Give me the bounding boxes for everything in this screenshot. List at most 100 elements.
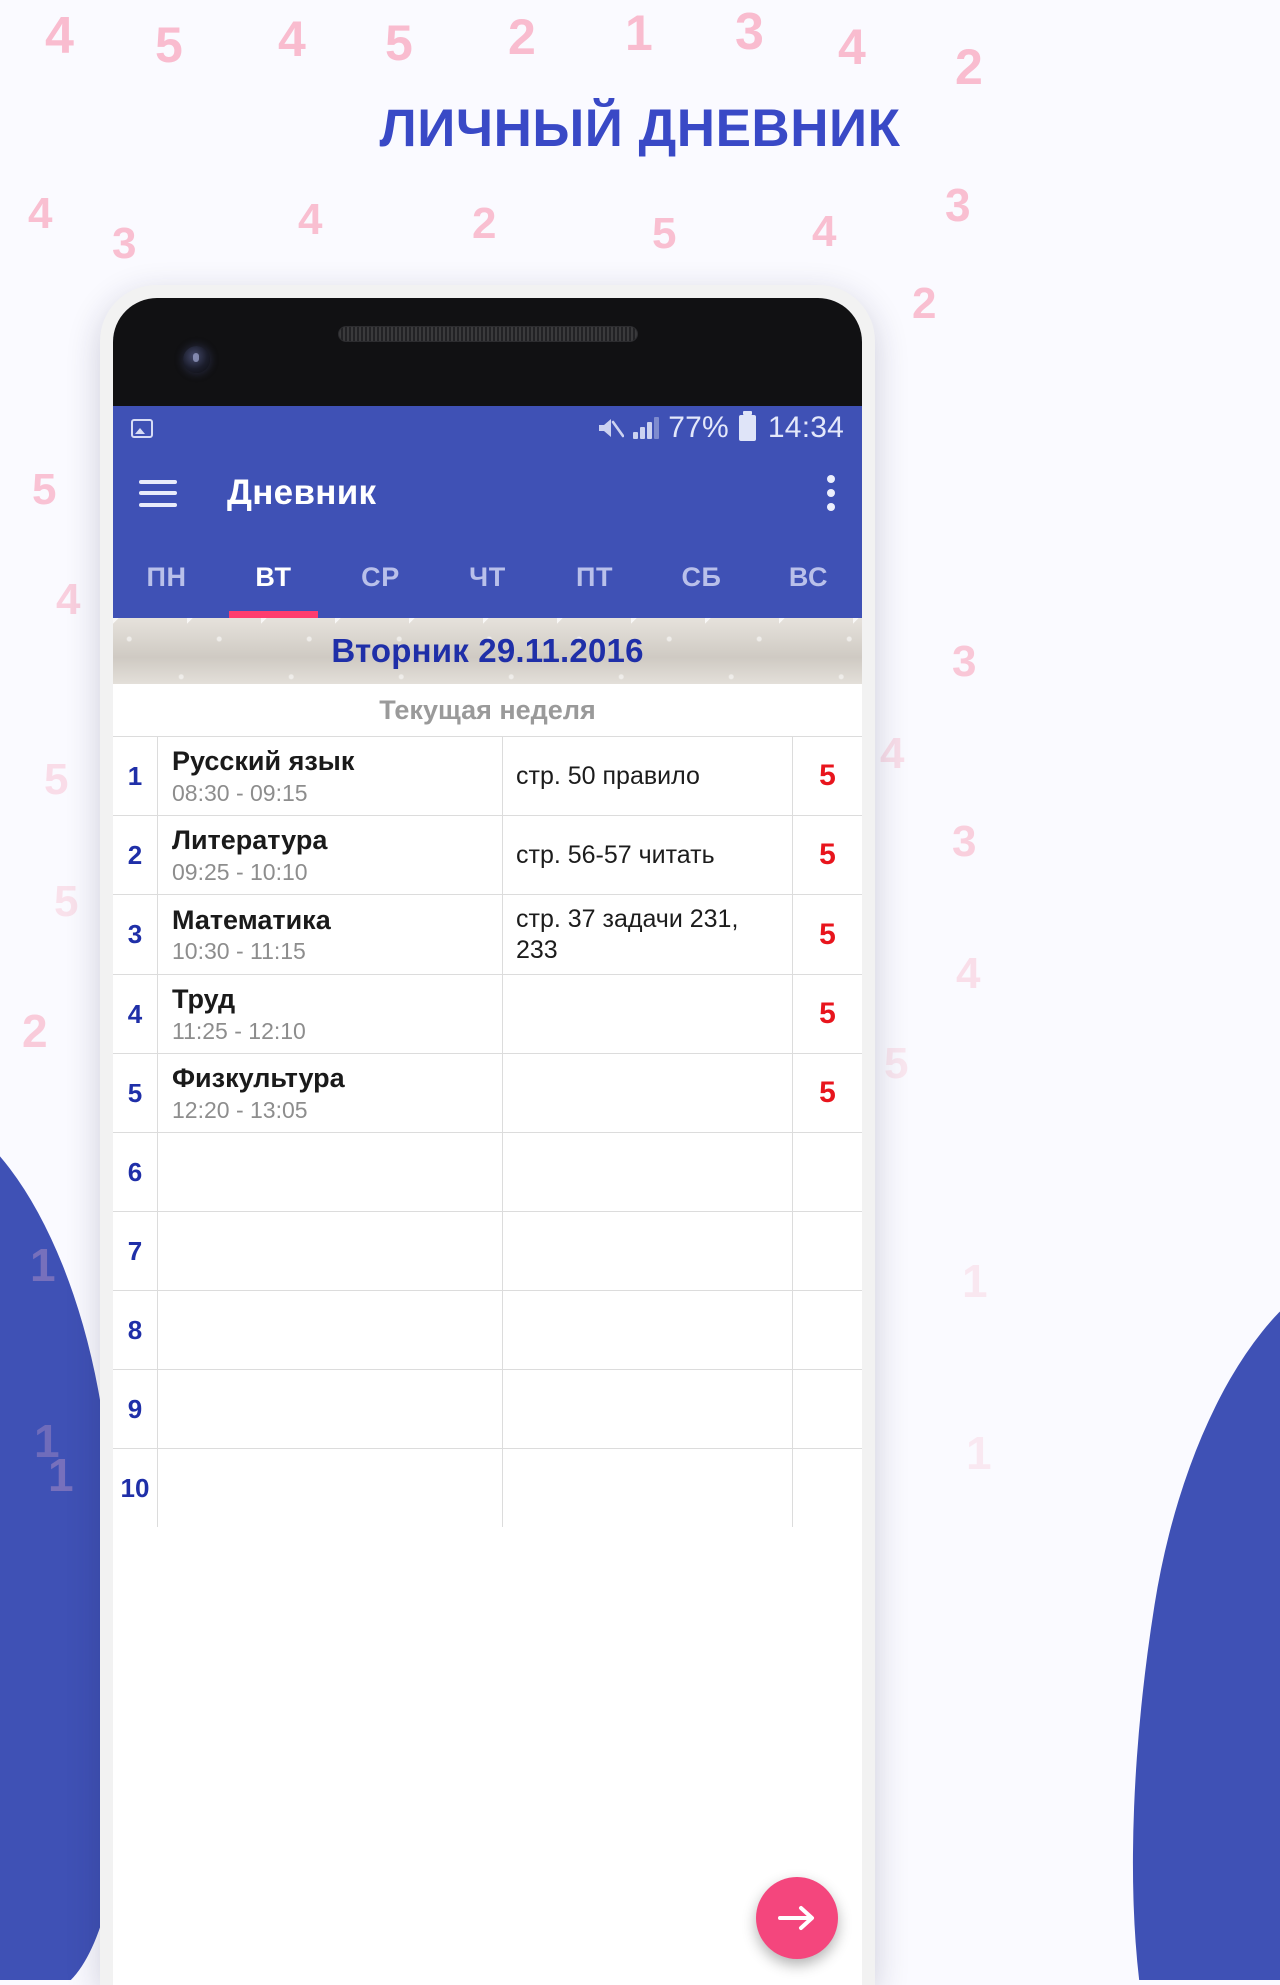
lesson-row[interactable]: 4 Труд 11:25 - 12:10 5 — [113, 974, 862, 1053]
lesson-homework-cell[interactable] — [502, 975, 792, 1053]
overflow-menu-icon[interactable] — [826, 475, 836, 511]
lesson-grade-cell[interactable]: 5 — [792, 1054, 862, 1132]
day-tab-чт[interactable]: ЧТ — [434, 536, 541, 618]
lesson-homework-cell[interactable]: стр. 37 задачи 231, 233 — [502, 895, 792, 974]
lesson-subject-cell[interactable] — [157, 1212, 502, 1290]
lesson-subject-cell[interactable]: Литература 09:25 - 10:10 — [157, 816, 502, 894]
background-grade-number: 4 — [812, 207, 837, 256]
lesson-row[interactable]: 2 Литература 09:25 - 10:10 стр. 56-57 читат… — [113, 815, 862, 894]
lesson-grade-cell[interactable] — [792, 1212, 862, 1290]
lesson-row[interactable]: 7 — [113, 1211, 862, 1290]
background-grade-number: 5 — [44, 755, 69, 804]
background-grade-number: 5 — [652, 209, 677, 258]
lesson-row[interactable]: 8 — [113, 1290, 862, 1369]
battery-icon — [738, 411, 756, 441]
lesson-number: 8 — [127, 1314, 143, 1345]
lesson-number: 1 — [127, 760, 143, 791]
lesson-time: 10:30 - 11:15 — [172, 938, 306, 965]
background-grade-number: 3 — [735, 3, 764, 61]
background-grade-number: 1 — [30, 1239, 56, 1291]
background-grade-number: 2 — [955, 39, 983, 95]
day-tab-вс[interactable]: ВС — [755, 536, 862, 618]
lesson-grade-cell[interactable] — [792, 1291, 862, 1369]
lesson-homework-cell[interactable] — [502, 1449, 792, 1527]
date-banner: Вторник 29.11.2016 — [113, 618, 862, 684]
background-grade-number: 1 — [962, 1255, 988, 1307]
lesson-grade-cell[interactable] — [792, 1133, 862, 1211]
lesson-table: 1 Русский язык 08:30 - 09:15 стр. 50 правил… — [113, 736, 862, 1527]
lesson-grade-cell[interactable]: 5 — [792, 737, 862, 815]
day-tab-вт[interactable]: ВТ — [220, 536, 327, 618]
lesson-number: 9 — [127, 1393, 143, 1424]
background-grade-number: 4 — [298, 195, 323, 244]
lesson-time: 11:25 - 12:10 — [172, 1017, 306, 1044]
background-grade-number: 3 — [952, 817, 977, 866]
lesson-number: 6 — [127, 1156, 143, 1187]
lesson-grade-cell[interactable] — [792, 1370, 862, 1448]
lesson-subject-cell[interactable]: Физкультура 12:20 - 13:05 — [157, 1054, 502, 1132]
lesson-homework-cell[interactable] — [502, 1370, 792, 1448]
lesson-homework-cell[interactable]: стр. 56-57 читать — [502, 816, 792, 894]
day-tab-сб[interactable]: СБ — [648, 536, 755, 618]
lesson-row[interactable]: 9 — [113, 1369, 862, 1448]
lesson-subject-cell[interactable]: Труд 11:25 - 12:10 — [157, 975, 502, 1053]
lesson-homework-cell[interactable]: стр. 50 правило — [502, 737, 792, 815]
lesson-number: 4 — [127, 998, 143, 1029]
lesson-grade-cell[interactable]: 5 — [792, 816, 862, 894]
lesson-row[interactable]: 1 Русский язык 08:30 - 09:15 стр. 50 правил… — [113, 736, 862, 815]
next-day-fab-button[interactable] — [756, 1877, 838, 1959]
lesson-subject-name: Математика — [172, 904, 331, 935]
lesson-homework-cell[interactable] — [502, 1054, 792, 1132]
background-grade-number: 3 — [952, 637, 977, 686]
lesson-subject-cell[interactable] — [157, 1291, 502, 1369]
phone-speaker — [337, 326, 638, 342]
status-bar: 77% 14:34 — [113, 406, 862, 450]
date-label: Вторник 29.11.2016 — [331, 632, 644, 669]
phone-bezel: 77% 14:34 Дневник ПН ВТ СР ЧТ ПТ СБ ВС В… — [113, 298, 862, 1985]
day-tab-ср[interactable]: СР — [327, 536, 434, 618]
page-title: ЛИЧНЫЙ ДНЕВНИК — [379, 99, 901, 158]
lesson-subject-cell[interactable] — [157, 1370, 502, 1448]
lesson-subject-cell[interactable]: Математика 10:30 - 11:15 — [157, 895, 502, 974]
lesson-time: 08:30 - 09:15 — [172, 779, 308, 806]
background-grade-number: 4 — [278, 11, 306, 67]
week-label: Текущая неделя — [113, 684, 862, 736]
background-grade-number: 2 — [912, 279, 937, 328]
lesson-number: 5 — [127, 1077, 143, 1108]
lesson-row[interactable]: 5 Физкультура 12:20 - 13:05 5 — [113, 1053, 862, 1132]
arrow-right-icon — [778, 1906, 814, 1930]
clock-label: 14:34 — [767, 411, 844, 444]
background-grade-number: 4 — [45, 7, 74, 65]
app-title: Дневник — [227, 473, 377, 512]
lesson-time: 09:25 - 10:10 — [172, 858, 308, 885]
lesson-homework-cell[interactable] — [502, 1133, 792, 1211]
lesson-homework-cell[interactable] — [502, 1291, 792, 1369]
status-bar-right: 77% 14:34 — [596, 411, 844, 445]
decorative-blob-right — [1071, 1238, 1280, 1980]
image-icon — [131, 418, 153, 438]
lesson-row[interactable]: 10 — [113, 1448, 862, 1527]
lesson-grade-cell[interactable] — [792, 1449, 862, 1527]
background-grade-number: 4 — [956, 949, 981, 998]
lesson-homework-cell[interactable] — [502, 1212, 792, 1290]
background-grade-number: 1 — [625, 5, 653, 61]
day-tabs[interactable]: ПН ВТ СР ЧТ ПТ СБ ВС — [113, 536, 862, 618]
lesson-grade-cell[interactable]: 5 — [792, 975, 862, 1053]
background-grade-number: 4 — [880, 729, 905, 778]
background-grade-number: 4 — [838, 19, 866, 75]
lesson-grade-cell[interactable]: 5 — [792, 895, 862, 974]
lesson-subject-cell[interactable] — [157, 1133, 502, 1211]
lesson-subject-cell[interactable]: Русский язык 08:30 - 09:15 — [157, 737, 502, 815]
lesson-number: 7 — [127, 1235, 143, 1266]
lesson-time: 12:20 - 13:05 — [172, 1096, 308, 1123]
signal-bars-icon — [633, 417, 660, 439]
lesson-row[interactable]: 3 Математика 10:30 - 11:15 стр. 37 задачи 2… — [113, 894, 862, 974]
day-tab-пт[interactable]: ПТ — [541, 536, 648, 618]
lesson-subject-cell[interactable] — [157, 1449, 502, 1527]
lesson-row[interactable]: 6 — [113, 1132, 862, 1211]
lesson-subject-name: Физкультура — [172, 1063, 345, 1093]
app-bar: Дневник — [113, 450, 862, 536]
hamburger-menu-icon[interactable] — [139, 479, 177, 507]
day-tab-пн[interactable]: ПН — [113, 536, 220, 618]
background-grade-number: 3 — [945, 179, 971, 231]
